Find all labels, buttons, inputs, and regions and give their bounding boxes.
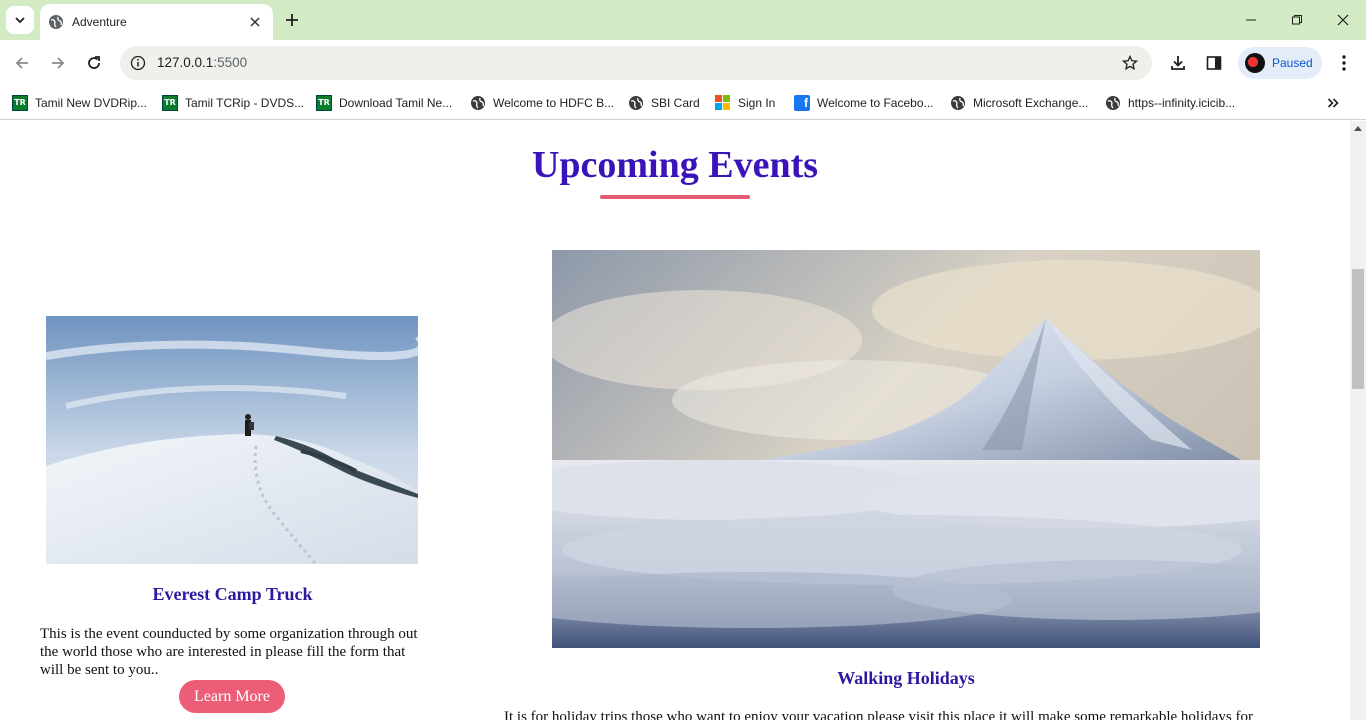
- tab-search-button[interactable]: [6, 6, 34, 34]
- page-viewport: Upcoming Events Everest Camp Truck This …: [0, 121, 1350, 720]
- scroll-up-arrow-icon[interactable]: [1354, 126, 1362, 131]
- url-host: 127.0.0.1: [157, 55, 214, 70]
- globe-icon: [49, 15, 63, 29]
- bookmark-label: Tamil TCRip - DVDS...: [185, 96, 305, 110]
- globe-icon: [1106, 96, 1120, 110]
- title-underline: [600, 195, 750, 199]
- event-title: Walking Holidays: [837, 668, 975, 688]
- bookmark-label: SBI Card: [651, 96, 700, 110]
- back-button[interactable]: [8, 49, 36, 77]
- bookmark-star-icon[interactable]: [1120, 53, 1140, 73]
- learn-more-button[interactable]: Learn More: [179, 680, 285, 713]
- profile-status: Paused: [1272, 56, 1313, 70]
- bookmark-item[interactable]: Microsoft Exchange...: [950, 92, 1088, 114]
- reload-button[interactable]: [80, 49, 108, 77]
- bookmark-label: Welcome to Facebo...: [817, 96, 934, 110]
- bookmark-item[interactable]: TR Tamil TCRip - DVDS...: [162, 92, 304, 114]
- plus-icon: [286, 14, 298, 26]
- close-tab-icon[interactable]: [247, 14, 263, 30]
- downloads-button[interactable]: [1166, 51, 1190, 75]
- page-scrollbar[interactable]: [1350, 121, 1366, 720]
- bookmark-item[interactable]: SBI Card: [628, 92, 700, 114]
- reload-icon: [88, 56, 100, 69]
- scrollbar-thumb[interactable]: [1352, 269, 1364, 389]
- bookmark-label: Welcome to HDFC B...: [493, 96, 615, 110]
- bookmarks-bar: TR Tamil New DVDRip... TR Tamil TCRip - …: [0, 86, 1366, 120]
- bookmark-label: https--infinity.icicib...: [1128, 96, 1236, 110]
- bookmark-item[interactable]: Welcome to HDFC B...: [470, 92, 614, 114]
- bookmark-item[interactable]: TR Download Tamil Ne...: [316, 92, 452, 114]
- event-image-mountain-peak: [552, 250, 1260, 648]
- minimize-button[interactable]: [1228, 0, 1274, 40]
- avatar: [1245, 53, 1265, 73]
- tr-icon: TR: [12, 95, 28, 111]
- side-panel-button[interactable]: [1202, 51, 1226, 75]
- bookmarks-overflow-button[interactable]: [1322, 92, 1344, 114]
- tr-icon: TR: [162, 95, 178, 111]
- event-description: It is for holiday trips those who want t…: [504, 709, 1253, 720]
- browser-tab-active[interactable]: Adventure: [40, 4, 273, 40]
- bookmark-label: Sign In: [738, 96, 776, 110]
- bookmark-label: Tamil New DVDRip...: [35, 96, 148, 110]
- tab-title: Adventure: [72, 15, 127, 29]
- double-chevron-right-icon: [1327, 98, 1339, 108]
- profile-button[interactable]: Paused: [1238, 47, 1322, 79]
- event-image-mountaineer: [46, 316, 418, 564]
- bookmark-label: Download Tamil Ne...: [339, 96, 453, 110]
- close-icon: [1337, 14, 1349, 26]
- side-panel-icon: [1206, 56, 1222, 70]
- bookmark-item[interactable]: Sign In: [715, 92, 775, 114]
- microsoft-icon: [715, 95, 731, 111]
- forward-button[interactable]: [44, 49, 72, 77]
- bookmark-item[interactable]: https--infinity.icicib...: [1105, 92, 1235, 114]
- globe-icon: [951, 96, 965, 110]
- section-title: Upcoming Events: [531, 144, 819, 186]
- download-icon: [1171, 56, 1185, 70]
- tr-icon: TR: [316, 95, 332, 111]
- facebook-icon: f: [794, 95, 810, 111]
- event-title: Everest Camp Truck: [152, 584, 313, 604]
- url-port: :5500: [213, 55, 248, 70]
- arrow-right-icon: [52, 57, 65, 69]
- browser-menu-button[interactable]: [1332, 51, 1356, 75]
- new-tab-button[interactable]: [280, 8, 304, 32]
- globe-icon: [471, 96, 485, 110]
- restore-button[interactable]: [1274, 0, 1320, 40]
- url-text: 127.0.0.1:5500: [157, 55, 247, 70]
- tab-strip: Adventure: [0, 0, 1366, 40]
- close-window-button[interactable]: [1320, 0, 1366, 40]
- more-vertical-icon: [1342, 55, 1346, 71]
- bookmark-item[interactable]: TR Tamil New DVDRip...: [12, 92, 147, 114]
- browser-toolbar: 127.0.0.1:5500 Paused: [0, 40, 1366, 86]
- chevron-down-icon: [15, 17, 25, 24]
- bookmark-item[interactable]: f Welcome to Facebo...: [794, 92, 934, 114]
- event-description: This is the event counducted by some org…: [40, 626, 418, 678]
- address-bar[interactable]: 127.0.0.1:5500: [120, 46, 1152, 80]
- globe-icon: [629, 96, 643, 110]
- bookmark-label: Microsoft Exchange...: [973, 96, 1089, 110]
- arrow-left-icon: [15, 57, 28, 69]
- minimize-icon: [1246, 19, 1256, 21]
- site-info-icon[interactable]: [128, 53, 148, 73]
- restore-icon: [1292, 15, 1302, 25]
